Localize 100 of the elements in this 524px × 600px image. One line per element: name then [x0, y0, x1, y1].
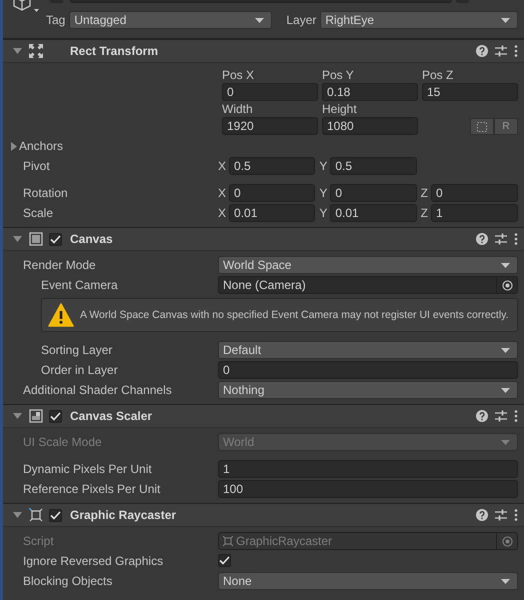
field-label: Width — [222, 102, 254, 116]
checkbox[interactable] — [49, 232, 62, 246]
number-field[interactable]: 0 — [431, 184, 518, 202]
scaled-frame-icon — [29, 409, 43, 423]
component-header[interactable]: Canvas Scaler — [3, 405, 524, 428]
warning-icon — [48, 303, 74, 327]
component-header[interactable]: Graphic Raycaster — [3, 504, 524, 527]
collapse-arrow-icon[interactable] — [12, 48, 22, 54]
cube-icon[interactable] — [12, 0, 40, 14]
field-label: Reference Pixels Per Unit — [23, 482, 162, 496]
field-label: Pos Z — [422, 68, 454, 82]
axis-label: Y — [319, 159, 328, 173]
number-field[interactable]: 0 — [229, 184, 316, 202]
checkbox[interactable] — [49, 508, 62, 522]
collapse-arrow-icon[interactable] — [12, 413, 22, 419]
axis-label: Z — [420, 206, 428, 220]
field-label: Pos Y — [322, 68, 355, 82]
help-icon[interactable] — [476, 410, 488, 422]
field-label: Sorting Layer — [41, 343, 114, 357]
axis-label: Y — [319, 206, 328, 220]
sliders-icon[interactable] — [495, 233, 507, 245]
target-icon[interactable] — [502, 280, 512, 290]
component-header[interactable]: Rect Transform — [3, 40, 524, 63]
component-title: Graphic Raycaster — [70, 508, 178, 522]
expand-arrow-icon[interactable] — [11, 142, 17, 150]
caret-icon — [255, 18, 264, 22]
field-label: Scale — [23, 206, 54, 220]
field-label: Height — [322, 102, 358, 116]
number-field[interactable]: 1080 — [322, 117, 418, 135]
more-icon[interactable] — [514, 410, 518, 422]
tag-label: Tag — [46, 13, 66, 27]
component-title: Canvas Scaler — [70, 409, 154, 423]
collapse-arrow-icon[interactable] — [12, 236, 22, 242]
frame-icon — [29, 232, 43, 246]
field-label: UI Scale Mode — [23, 435, 103, 449]
field-label: Pivot — [23, 159, 51, 173]
number-field[interactable]: 1920 — [222, 117, 318, 135]
sliders-icon[interactable] — [495, 509, 507, 521]
number-field[interactable]: 0 — [222, 83, 318, 101]
axis-label: X — [218, 159, 226, 173]
field-label: Script — [23, 534, 55, 548]
tag-dropdown[interactable]: Untagged — [69, 11, 272, 29]
help-icon[interactable] — [476, 45, 488, 57]
number-field[interactable]: 0.5 — [330, 157, 417, 175]
checkbox[interactable] — [49, 410, 62, 422]
number-field[interactable]: 0.01 — [229, 204, 316, 222]
caret-icon — [501, 348, 510, 352]
field-label: Additional Shader Channels — [23, 383, 173, 397]
foldout-label[interactable]: Anchors — [19, 139, 64, 153]
caret-icon — [501, 578, 510, 584]
number-field[interactable]: 15 — [422, 83, 518, 101]
dropdown[interactable]: Default — [218, 341, 518, 359]
component-title: Rect Transform — [70, 44, 160, 58]
number-field[interactable]: 1 — [218, 460, 518, 478]
collapse-arrow-icon[interactable] — [12, 512, 22, 518]
field-label: Dynamic Pixels Per Unit — [23, 462, 153, 476]
dropdown[interactable]: Nothing — [218, 381, 518, 399]
axis-label: X — [218, 206, 226, 220]
more-icon[interactable] — [514, 233, 518, 245]
help-icon[interactable] — [476, 233, 488, 245]
caret-icon — [501, 388, 510, 392]
field-label: Ignore Reversed Graphics — [23, 554, 164, 568]
warning-text: A World Space Canvas with no specified Event Camera may not register UI events correctly. — [80, 308, 509, 322]
caret-icon — [501, 262, 510, 268]
number-field[interactable]: 100 — [218, 480, 518, 498]
axis-label: X — [218, 186, 226, 200]
number-field[interactable]: 0.5 — [229, 157, 316, 175]
checkbox[interactable] — [218, 554, 231, 567]
sliders-icon[interactable] — [495, 410, 507, 422]
help-icon[interactable] — [476, 509, 488, 521]
blueprint-mode-button[interactable] — [470, 118, 494, 135]
layer-dropdown[interactable]: RightEye — [320, 11, 518, 29]
number-field[interactable]: 1 — [431, 204, 518, 222]
number-field[interactable]: 0 — [218, 361, 518, 379]
axis-label: Y — [319, 186, 328, 200]
dashed-square-icon — [477, 122, 487, 132]
more-icon[interactable] — [514, 45, 518, 57]
move-arrows-icon — [29, 44, 43, 58]
field-label: Pos X — [222, 68, 256, 82]
number-field[interactable]: 0 — [330, 184, 417, 202]
field-label: Rotation — [23, 186, 69, 200]
field-label: Render Mode — [23, 258, 97, 272]
dropdown[interactable]: None — [218, 572, 518, 590]
sliders-icon[interactable] — [495, 45, 507, 57]
caret-icon — [501, 440, 510, 444]
axis-label: Z — [420, 186, 428, 200]
raycaster-icon — [223, 536, 233, 546]
more-icon[interactable] — [514, 509, 518, 521]
object-field[interactable]: None (Camera) — [218, 276, 518, 294]
component-title: Canvas — [70, 232, 114, 246]
number-field[interactable]: 0.18 — [322, 83, 418, 101]
raycaster-icon — [29, 508, 43, 522]
caret-icon — [501, 18, 510, 22]
field-label: Event Camera — [41, 278, 119, 292]
layer-label: Layer — [286, 13, 316, 27]
field-label: Order in Layer — [41, 363, 119, 377]
dropdown[interactable]: World Space — [218, 256, 518, 274]
component-header[interactable]: Canvas — [3, 228, 524, 251]
field-label: Blocking Objects — [23, 574, 114, 588]
number-field[interactable]: 0.01 — [330, 204, 417, 222]
